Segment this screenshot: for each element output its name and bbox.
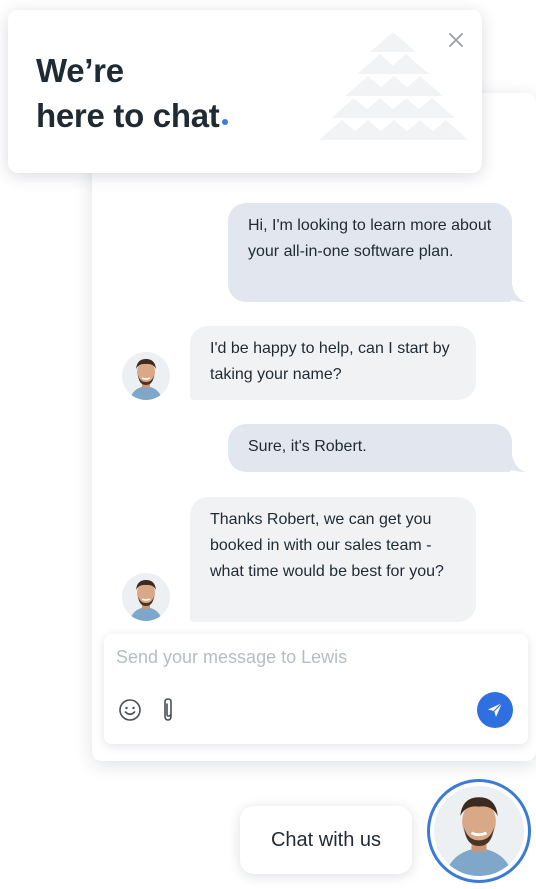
message-agent-2: Thanks Robert, we can get you booked in … <box>190 497 476 622</box>
agent-avatar-image <box>122 352 170 400</box>
smiley-icon <box>119 699 141 721</box>
emoji-button[interactable] <box>116 696 144 724</box>
agent-avatar <box>122 573 170 621</box>
accent-dot <box>222 119 229 125</box>
message-text: Hi, I'm looking to learn more about your… <box>248 217 492 260</box>
send-button[interactable] <box>477 692 513 728</box>
triangle-pattern-decoration <box>319 32 468 140</box>
close-icon <box>449 33 463 47</box>
message-input[interactable] <box>116 644 512 670</box>
message-composer <box>104 634 528 744</box>
launcher-label: Chat with us <box>270 828 382 851</box>
greeting-title-line1: We’re <box>36 52 124 89</box>
chat-with-us-button[interactable]: Chat with us <box>240 806 412 874</box>
close-button[interactable] <box>444 28 468 52</box>
message-agent-1: I'd be happy to help, can I start by tak… <box>190 326 476 400</box>
bubble-tail <box>504 454 526 472</box>
greeting-title-line2: here to chat <box>36 97 220 134</box>
agent-avatar-image <box>122 573 170 621</box>
agent-avatar-image <box>434 786 524 876</box>
bubble-tail <box>504 284 526 302</box>
message-text: Thanks Robert, we can get you booked in … <box>210 511 444 580</box>
message-user-1: Hi, I'm looking to learn more about your… <box>228 203 512 302</box>
attach-button[interactable] <box>154 696 182 724</box>
chat-widget: We’re here to chat Hi, I'm looking to le… <box>0 0 536 889</box>
message-text: I'd be happy to help, can I start by tak… <box>210 340 450 383</box>
launcher-avatar-button[interactable] <box>427 779 531 883</box>
message-user-2: Sure, it's Robert. <box>228 424 512 472</box>
paperclip-icon <box>164 698 172 721</box>
agent-avatar <box>122 352 170 400</box>
greeting-title: We’re here to chat <box>36 48 336 138</box>
paper-plane-icon <box>488 702 503 717</box>
message-text: Sure, it's Robert. <box>248 438 367 455</box>
agent-avatar <box>434 786 524 876</box>
greeting-card: We’re here to chat <box>8 10 482 173</box>
